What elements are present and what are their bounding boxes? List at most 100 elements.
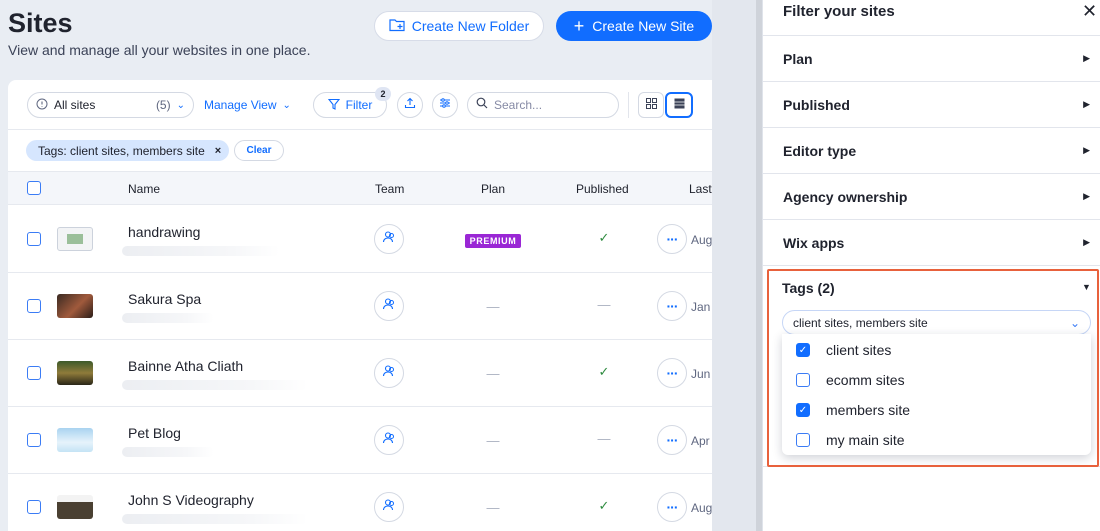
chevron-down-icon: ⌄ [282, 99, 291, 111]
more-actions-button[interactable]: ··· [657, 358, 687, 388]
caret-right-icon: ▶ [1083, 99, 1090, 109]
info-icon [36, 98, 48, 113]
filter-panel-title: Filter your sites [783, 3, 895, 20]
column-last[interactable]: Last [689, 182, 712, 196]
column-plan[interactable]: Plan [481, 182, 505, 196]
users-icon [382, 230, 396, 249]
more-actions-button[interactable]: ··· [657, 224, 687, 254]
plan-cell: PREMIUM [464, 232, 522, 248]
site-url-redacted [122, 447, 214, 457]
row-checkbox[interactable] [27, 500, 41, 514]
site-name[interactable]: handrawing [128, 224, 200, 240]
last-updated: Jan [691, 300, 711, 314]
sites-main: Sites View and manage all your websites … [0, 0, 712, 531]
more-actions-button[interactable]: ··· [657, 492, 687, 522]
published-status: — [597, 431, 611, 446]
view-count: (5) [155, 98, 171, 112]
team-button[interactable] [374, 224, 404, 254]
section-label: Plan [783, 51, 813, 67]
row-checkbox[interactable] [27, 433, 41, 447]
remove-filter-icon[interactable]: × [215, 145, 221, 157]
table-row[interactable]: handrawing PREMIUM ✓ ··· Aug [8, 206, 712, 273]
funnel-icon [327, 98, 340, 113]
filter-section-wix-apps[interactable]: Wix apps ▶ [763, 219, 1100, 265]
grid-view-button[interactable] [638, 92, 664, 118]
more-actions-button[interactable]: ··· [657, 425, 687, 455]
last-updated: Jun [691, 367, 711, 381]
row-checkbox[interactable] [27, 299, 41, 313]
create-site-button[interactable]: + Create New Site [556, 11, 712, 41]
table-row[interactable]: Bainne Atha Cliath — ✓ ··· Jun [8, 340, 712, 407]
sites-table-card: All sites (5) ⌄ Manage View ⌄ Filter 2 S… [8, 80, 712, 531]
last-updated: Aug [691, 233, 712, 247]
search-input[interactable] [494, 98, 604, 112]
team-button[interactable] [374, 291, 404, 321]
list-icon [674, 96, 685, 114]
row-checkbox[interactable] [27, 366, 41, 380]
ellipsis-icon: ··· [666, 298, 679, 314]
site-name[interactable]: Pet Blog [128, 425, 181, 441]
site-url-redacted [122, 380, 308, 390]
users-icon [382, 364, 396, 383]
overlay-gutter [712, 0, 762, 531]
caret-right-icon: ▶ [1083, 191, 1090, 201]
sliders-icon [439, 96, 451, 114]
customize-columns-button[interactable] [432, 92, 458, 118]
site-name[interactable]: Bainne Atha Cliath [128, 358, 243, 374]
list-view-button[interactable] [665, 92, 693, 118]
close-icon[interactable]: ✕ [1082, 1, 1097, 22]
team-button[interactable] [374, 492, 404, 522]
filter-section-plan[interactable]: Plan ▶ [763, 35, 1100, 81]
plan-cell: — [486, 433, 500, 448]
row-checkbox[interactable] [27, 232, 41, 246]
chevron-down-icon: ⌄ [176, 99, 185, 111]
manage-view-label: Manage View [204, 98, 277, 112]
filter-section-published[interactable]: Published ▶ [763, 81, 1100, 127]
column-name[interactable]: Name [128, 182, 160, 196]
site-name[interactable]: Sakura Spa [128, 291, 201, 307]
chip-value: client sites, members site [70, 143, 205, 158]
site-thumbnail [57, 294, 93, 318]
site-name[interactable]: John S Videography [128, 492, 254, 508]
table-row[interactable]: John S Videography — ✓ ··· Aug [8, 474, 712, 531]
team-button[interactable] [374, 358, 404, 388]
table-row[interactable]: Sakura Spa — — ··· Jan [8, 273, 712, 340]
view-selector[interactable]: All sites (5) ⌄ [27, 92, 194, 118]
section-label: Agency ownership [783, 189, 908, 205]
ellipsis-icon: ··· [666, 499, 679, 515]
clear-filters-button[interactable]: Clear [234, 140, 284, 161]
chip-text: Tags: client sites, members site [38, 144, 205, 158]
section-label: Published [783, 97, 850, 113]
site-thumbnail [57, 428, 93, 452]
more-actions-button[interactable]: ··· [657, 291, 687, 321]
column-published[interactable]: Published [576, 182, 629, 196]
search-box[interactable] [467, 92, 619, 118]
view-label: All sites [54, 98, 96, 112]
last-updated: Aug [691, 501, 712, 515]
toolbar-divider [628, 92, 629, 118]
create-folder-button[interactable]: Create New Folder [374, 11, 544, 41]
create-folder-label: Create New Folder [411, 18, 530, 34]
ellipsis-icon: ··· [666, 365, 679, 381]
upload-icon [404, 96, 416, 114]
select-all-checkbox[interactable] [27, 181, 41, 195]
folder-plus-icon [389, 18, 405, 35]
column-team[interactable]: Team [375, 182, 404, 196]
chip-prefix: Tags: [38, 143, 67, 158]
filter-count-badge: 2 [375, 87, 391, 101]
filter-section-editor-type[interactable]: Editor type ▶ [763, 127, 1100, 173]
section-label: Wix apps [783, 235, 845, 251]
filter-section-agency-ownership[interactable]: Agency ownership ▶ [763, 173, 1100, 219]
caret-right-icon: ▶ [1083, 145, 1090, 155]
team-button[interactable] [374, 425, 404, 455]
site-thumbnail [57, 495, 93, 519]
filter-label: Filter [345, 98, 373, 112]
search-icon [476, 96, 488, 114]
export-button[interactable] [397, 92, 423, 118]
caret-right-icon: ▶ [1083, 237, 1090, 247]
table-row[interactable]: Pet Blog — — ··· Apr [8, 407, 712, 474]
manage-view-link[interactable]: Manage View ⌄ [204, 98, 291, 112]
plan-cell: — [486, 299, 500, 314]
users-icon [382, 431, 396, 450]
plus-icon: + [573, 16, 585, 36]
